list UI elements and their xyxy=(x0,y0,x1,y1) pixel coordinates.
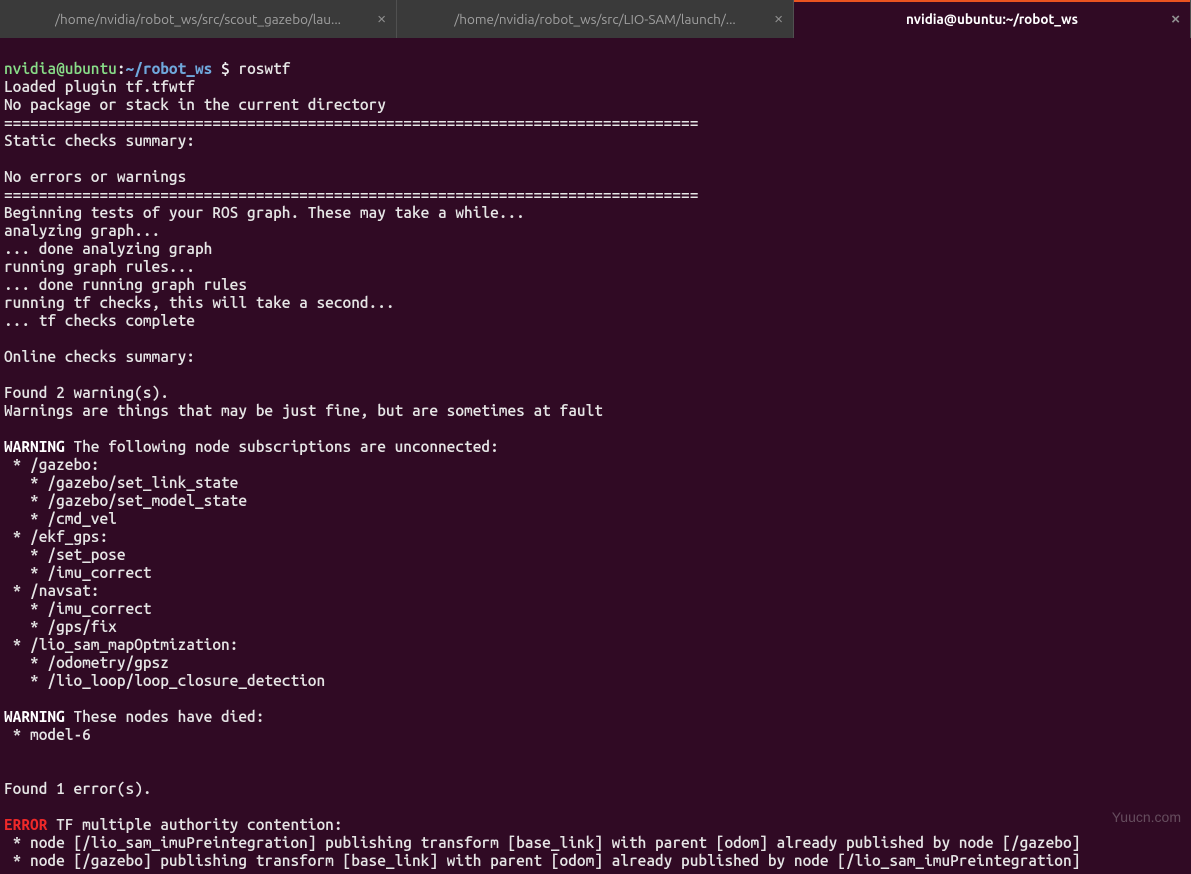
output-line: * /gazebo/set_model_state xyxy=(4,492,247,509)
warning-label: WARNING xyxy=(4,708,65,725)
warning-label: WARNING xyxy=(4,438,65,455)
prompt-dollar: $ xyxy=(212,60,238,77)
output-separator: ========================================… xyxy=(4,186,698,203)
prompt-path: ~/robot_ws xyxy=(126,60,213,77)
prompt-line: nvidia@ubuntu:~/robot_ws $ roswtf xyxy=(4,60,290,77)
output-line: * node [/gazebo] publishing transform [b… xyxy=(4,852,1080,869)
tab-label: /home/nvidia/robot_ws/src/LIO-SAM/launch… xyxy=(454,10,736,28)
close-icon[interactable]: × xyxy=(377,12,386,27)
tab-3-active[interactable]: nvidia@ubuntu:~/robot_ws × xyxy=(794,0,1191,38)
close-icon[interactable]: × xyxy=(774,12,783,27)
output-separator: ========================================… xyxy=(4,114,698,131)
output-line: * node [/lio_sam_imuPreintegration] publ… xyxy=(4,834,1080,851)
output-line: * /lio_loop/loop_closure_detection xyxy=(4,672,325,689)
output-line: running graph rules... xyxy=(4,258,195,275)
output-line: ... done running graph rules xyxy=(4,276,247,293)
output-line: Online checks summary: xyxy=(4,348,195,365)
output-line: Found 1 error(s). xyxy=(4,780,152,797)
prompt-colon: : xyxy=(117,60,126,77)
error-label: ERROR xyxy=(4,816,47,833)
output-line: * /ekf_gps: xyxy=(4,528,108,545)
tab-1[interactable]: /home/nvidia/robot_ws/src/scout_gazebo/l… xyxy=(0,0,397,38)
command-entered: roswtf xyxy=(238,60,290,77)
prompt-user: nvidia@ubuntu xyxy=(4,60,117,77)
output-line: No errors or warnings xyxy=(4,168,186,185)
output-line: Beginning tests of your ROS graph. These… xyxy=(4,204,525,221)
warning-text: The following node subscriptions are unc… xyxy=(65,438,499,455)
close-icon[interactable]: × xyxy=(1171,12,1180,27)
output-line: * /gps/fix xyxy=(4,618,117,635)
output-line: ... tf checks complete xyxy=(4,312,195,329)
error-text: TF multiple authority contention: xyxy=(47,816,342,833)
output-line: * /gazebo/set_link_state xyxy=(4,474,238,491)
output-line: * model-6 xyxy=(4,726,91,743)
output-line: * /gazebo: xyxy=(4,456,99,473)
output-line: * /lio_sam_mapOptmization: xyxy=(4,636,238,653)
error-line: ERROR TF multiple authority contention: xyxy=(4,816,343,833)
tab-bar: /home/nvidia/robot_ws/src/scout_gazebo/l… xyxy=(0,0,1191,38)
warning-line: WARNING These nodes have died: xyxy=(4,708,264,725)
output-line: Found 2 warning(s). xyxy=(4,384,169,401)
output-line: running tf checks, this will take a seco… xyxy=(4,294,395,311)
tab-label: /home/nvidia/robot_ws/src/scout_gazebo/l… xyxy=(55,10,341,28)
output-line: * /imu_correct xyxy=(4,600,152,617)
terminal-output[interactable]: nvidia@ubuntu:~/robot_ws $ roswtf Loaded… xyxy=(0,38,1191,874)
warning-text: These nodes have died: xyxy=(65,708,265,725)
output-line: * /navsat: xyxy=(4,582,99,599)
output-line: Loaded plugin tf.tfwtf xyxy=(4,78,195,95)
warning-line: WARNING The following node subscriptions… xyxy=(4,438,499,455)
output-line: * /cmd_vel xyxy=(4,510,117,527)
output-line: No package or stack in the current direc… xyxy=(4,96,386,113)
tab-label: nvidia@ubuntu:~/robot_ws xyxy=(906,10,1078,28)
output-line: * /imu_correct xyxy=(4,564,152,581)
output-line: Warnings are things that may be just fin… xyxy=(4,402,603,419)
tab-2[interactable]: /home/nvidia/robot_ws/src/LIO-SAM/launch… xyxy=(397,0,794,38)
output-line: Static checks summary: xyxy=(4,132,195,149)
output-line: * /set_pose xyxy=(4,546,126,563)
output-line: ... done analyzing graph xyxy=(4,240,212,257)
output-line: * /odometry/gpsz xyxy=(4,654,169,671)
watermark-text: Yuucn.com xyxy=(1112,808,1181,826)
output-line: analyzing graph... xyxy=(4,222,160,239)
